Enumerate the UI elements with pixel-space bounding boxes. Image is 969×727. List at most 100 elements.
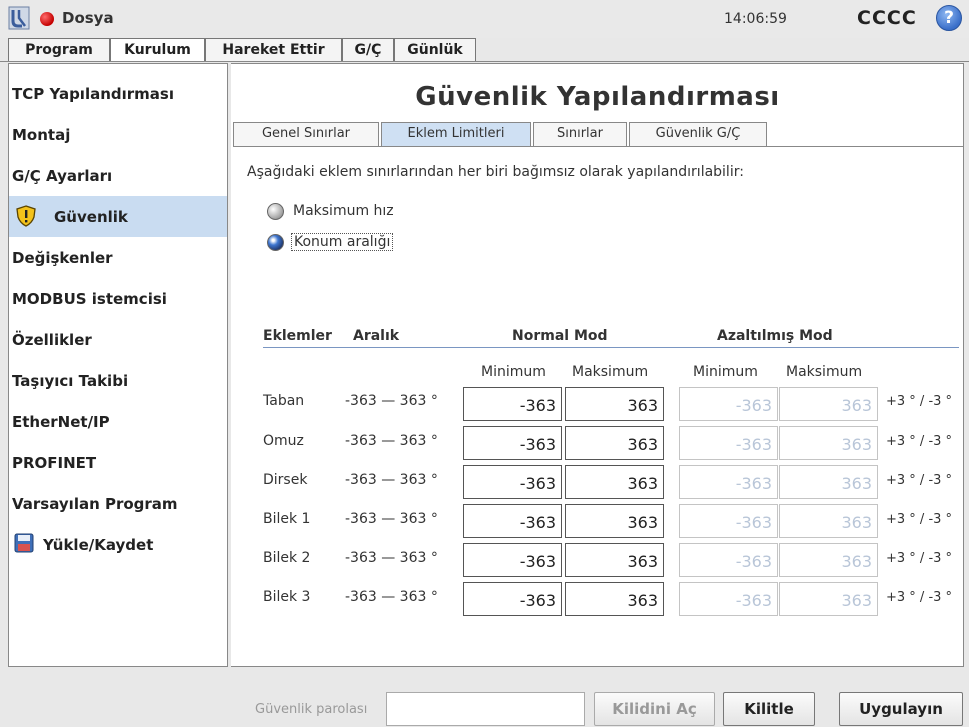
header-joints: Eklemler [263, 328, 332, 344]
warning-shield-icon [16, 205, 36, 227]
title-bar: Dosya 14:06:59 CCCC ? [0, 0, 969, 38]
normal-max-field[interactable]: 363 [565, 543, 664, 577]
reduced-max-label: Maksimum [786, 364, 863, 380]
joint-label: Dirsek [263, 472, 308, 488]
tolerance-text: +3 ° / -3 ° [886, 473, 953, 488]
help-icon[interactable]: ? [936, 5, 962, 31]
subtab-divider [233, 146, 964, 147]
joint-range: -363 — 363 ° [345, 472, 438, 488]
password-label: Güvenlik parolası [255, 702, 368, 717]
normal-max-field[interactable]: 363 [565, 582, 664, 616]
save-disk-icon [14, 533, 34, 553]
record-status-icon [40, 12, 54, 26]
tab-guvenlik-gc[interactable]: Güvenlik G/Ç [629, 122, 767, 146]
tab-program[interactable]: Program [8, 38, 110, 62]
reduced-min-label: Minimum [693, 364, 758, 380]
tab-genel-sinirlar[interactable]: Genel Sınırlar [233, 122, 379, 146]
reduced-max-field: 363 [779, 543, 878, 577]
tolerance-text: +3 ° / -3 ° [886, 551, 953, 566]
tab-gunluk[interactable]: Günlük [394, 38, 476, 62]
radio-max-speed-label[interactable]: Maksimum hız [293, 203, 394, 219]
normal-min-field[interactable]: -363 [463, 426, 562, 460]
normal-max-label: Maksimum [572, 364, 649, 380]
joint-range: -363 — 363 ° [345, 511, 438, 527]
sidebar-item-tasiyici[interactable]: Taşıyıcı Takibi [9, 360, 227, 401]
radio-max-speed[interactable] [267, 203, 284, 220]
reduced-min-field: -363 [679, 543, 778, 577]
unlock-button[interactable]: Kilidini Aç [594, 692, 715, 726]
clock: 14:06:59 [724, 11, 787, 27]
sidebar-item-varsayilan[interactable]: Varsayılan Program [9, 483, 227, 524]
sidebar-item-ethernetip[interactable]: EtherNet/IP [9, 401, 227, 442]
file-menu[interactable]: Dosya [62, 9, 114, 27]
radio-position-range-label[interactable]: Konum aralığı [291, 233, 394, 251]
sidebar-item-gc-ayarlari[interactable]: G/Ç Ayarları [9, 155, 227, 196]
normal-max-field[interactable]: 363 [565, 504, 664, 538]
header-normal-mode: Normal Mod [512, 328, 608, 344]
reduced-min-field: -363 [679, 504, 778, 538]
joint-label: Omuz [263, 433, 304, 449]
sidebar-item-modbus[interactable]: MODBUS istemcisi [9, 278, 227, 319]
tolerance-text: +3 ° / -3 ° [886, 512, 953, 527]
sidebar: TCP Yapılandırması Montaj G/Ç Ayarları G… [8, 63, 228, 667]
tolerance-text: +3 ° / -3 ° [886, 394, 953, 409]
lock-button[interactable]: Kilitle [723, 692, 815, 726]
sidebar-item-profinet[interactable]: PROFINET [9, 442, 227, 483]
sidebar-item-label: Yükle/Kaydet [43, 536, 154, 554]
joint-range: -363 — 363 ° [345, 393, 438, 409]
normal-max-field[interactable]: 363 [565, 387, 664, 421]
joint-range: -363 — 363 ° [345, 589, 438, 605]
sidebar-item-tcp[interactable]: TCP Yapılandırması [9, 73, 227, 114]
reduced-max-field: 363 [779, 465, 878, 499]
sidebar-item-yukle-kaydet[interactable]: Yükle/Kaydet [9, 524, 227, 565]
reduced-min-field: -363 [679, 582, 778, 616]
sidebar-item-label: Güvenlik [54, 208, 128, 226]
radio-position-range[interactable] [267, 234, 284, 251]
sidebar-item-guvenlik[interactable]: Güvenlik [9, 196, 227, 237]
ur-logo-icon [8, 6, 30, 30]
joint-label: Taban [263, 393, 305, 409]
description-text: Aşağıdaki eklem sınırlarından her biri b… [247, 164, 744, 180]
bottom-bar: Güvenlik parolası Kilidini Aç Kilitle Uy… [0, 680, 969, 727]
content-panel: Güvenlik Yapılandırması Genel Sınırlar E… [231, 63, 964, 667]
normal-min-label: Minimum [481, 364, 546, 380]
normal-min-field[interactable]: -363 [463, 465, 562, 499]
password-field[interactable] [386, 692, 585, 726]
reduced-min-field: -363 [679, 387, 778, 421]
reduced-max-field: 363 [779, 426, 878, 460]
joint-range: -363 — 363 ° [345, 550, 438, 566]
tolerance-text: +3 ° / -3 ° [886, 434, 953, 449]
reduced-min-field: -363 [679, 426, 778, 460]
normal-min-field[interactable]: -363 [463, 582, 562, 616]
tab-kurulum[interactable]: Kurulum [110, 38, 205, 62]
main-tabs: Program Kurulum Hareket Ettir G/Ç Günlük [0, 38, 969, 62]
normal-min-field[interactable]: -363 [463, 504, 562, 538]
joint-range: -363 — 363 ° [345, 433, 438, 449]
normal-min-field[interactable]: -363 [463, 387, 562, 421]
reduced-min-field: -363 [679, 465, 778, 499]
robot-name: CCCC [857, 7, 917, 29]
reduced-max-field: 363 [779, 504, 878, 538]
sidebar-item-montaj[interactable]: Montaj [9, 114, 227, 155]
normal-min-field[interactable]: -363 [463, 543, 562, 577]
tolerance-text: +3 ° / -3 ° [886, 590, 953, 605]
main-tab-divider [0, 61, 969, 62]
reduced-max-field: 363 [779, 387, 878, 421]
header-rule [263, 347, 959, 348]
tab-eklem-limitleri[interactable]: Eklem Limitleri [381, 122, 531, 146]
reduced-max-field: 363 [779, 582, 878, 616]
normal-max-field[interactable]: 363 [565, 465, 664, 499]
sidebar-item-ozellikler[interactable]: Özellikler [9, 319, 227, 360]
joint-label: Bilek 1 [263, 511, 311, 527]
page-title: Güvenlik Yapılandırması [415, 82, 780, 112]
joint-label: Bilek 2 [263, 550, 311, 566]
tab-gc[interactable]: G/Ç [342, 38, 394, 62]
header-reduced-mode: Azaltılmış Mod [717, 328, 833, 344]
tab-sinirlar[interactable]: Sınırlar [533, 122, 627, 146]
apply-button[interactable]: Uygulayın [839, 692, 963, 726]
sidebar-item-degiskenler[interactable]: Değişkenler [9, 237, 227, 278]
normal-max-field[interactable]: 363 [565, 426, 664, 460]
tab-hareket-ettir[interactable]: Hareket Ettir [205, 38, 342, 62]
joint-label: Bilek 3 [263, 589, 311, 605]
header-range: Aralık [353, 328, 400, 344]
